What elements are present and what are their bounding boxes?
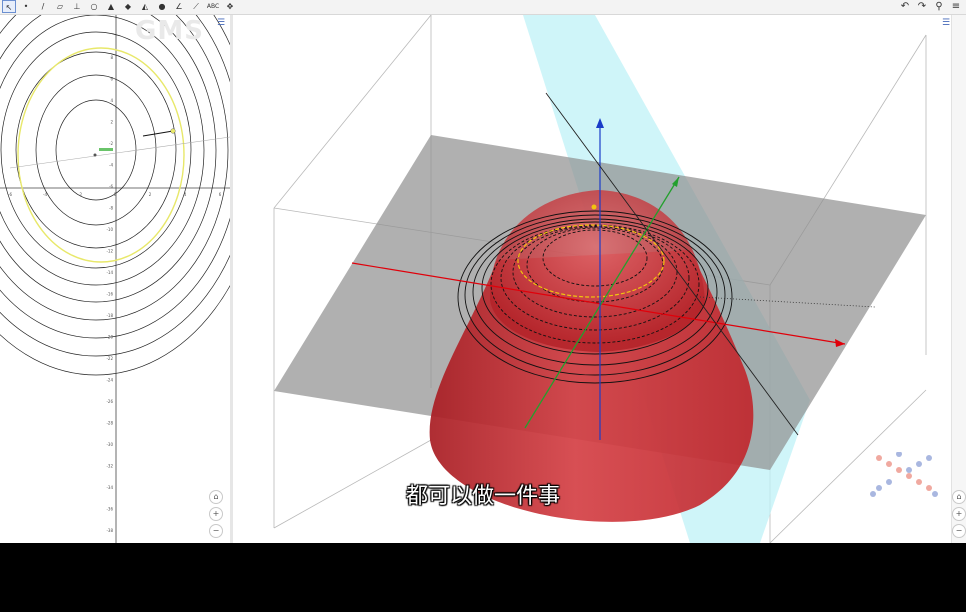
- move-view-tool-icon[interactable]: ✥: [223, 0, 237, 13]
- y-tick-label: -22: [106, 356, 113, 361]
- line-tool-icon[interactable]: /: [36, 0, 50, 13]
- y-tick-label: -4: [109, 163, 113, 168]
- right-sidebar: ⌂ + −: [951, 15, 966, 543]
- y-tick-label: -12: [106, 249, 113, 254]
- y-tick-label: -14: [106, 270, 113, 275]
- y-tick-label: -16: [106, 292, 113, 297]
- y-tick-label: 2: [110, 120, 113, 125]
- x-tick-label: -2: [78, 192, 82, 197]
- y-tick-label: -8: [109, 206, 113, 211]
- contour-curve-2d: [0, 15, 230, 339]
- plane-tool-icon[interactable]: ▱: [53, 0, 67, 13]
- y-tick-label: -24: [106, 378, 113, 383]
- menu-icon[interactable]: ≡: [949, 0, 963, 13]
- text-tool-icon[interactable]: ABC: [206, 0, 220, 13]
- angle-tool-icon[interactable]: ∠: [172, 0, 186, 13]
- x-tick-label: -4: [43, 192, 47, 197]
- y-tick-label: -38: [106, 528, 113, 533]
- graphics-2d-view[interactable]: -6 -4 -2 0 2 4 6 8 6 4 2 -2 -4 -6 -8 -10 -12 -14 -16 -18 -20…: [0, 15, 230, 543]
- y-tick-label: 4: [110, 98, 113, 103]
- contour-curve-2d: [55, 99, 137, 201]
- point-tool-icon[interactable]: •: [19, 0, 33, 13]
- search-icon[interactable]: ⚲: [932, 0, 946, 13]
- cone-tool-icon[interactable]: ◭: [138, 0, 152, 13]
- point-on-surface[interactable]: [591, 204, 597, 210]
- zoom-out-icon[interactable]: −: [209, 524, 223, 538]
- guide-line-2d: [9, 136, 230, 169]
- center-point-2d: [93, 153, 97, 157]
- y-tick-label: -30: [106, 442, 113, 447]
- y-tick-label: 8: [110, 55, 113, 60]
- x-tick-label: -6: [8, 192, 12, 197]
- y-tick-label: 6: [110, 77, 113, 82]
- y-tick-label: -18: [106, 313, 113, 318]
- y-tick-label: -26: [106, 399, 113, 404]
- sphere-tool-icon[interactable]: ●: [155, 0, 169, 13]
- style-bar-toggle-icon[interactable]: ☰: [939, 18, 951, 28]
- contour-curve-2d: [0, 15, 230, 357]
- y-tick-label: -10: [106, 227, 113, 232]
- y-tick-label: -28: [106, 421, 113, 426]
- x-tick-label: 0: [114, 192, 117, 197]
- vector-2d: [142, 130, 174, 137]
- undo-icon[interactable]: ↶: [898, 0, 912, 13]
- contour-curve-2d: [0, 31, 192, 269]
- circle-tool-icon[interactable]: ○: [87, 0, 101, 13]
- x-tick-label: 6: [219, 192, 222, 197]
- graphics-2d-canvas[interactable]: -6 -4 -2 0 2 4 68642-2-4-6-8-10-12-14-16-18-20…: [0, 15, 230, 543]
- graphics-3d-canvas[interactable]: [233, 15, 951, 543]
- label-tag-2d: [99, 148, 113, 151]
- perpendicular-tool-icon[interactable]: ⊥: [70, 0, 84, 13]
- y-tick-label: -20: [106, 335, 113, 340]
- toolbar: ↖ • / ▱ ⊥ ○ ▲ ◆ ◭ ● ∠ ⟋ ABC ✥ ↶ ↷ ⚲ ≡: [0, 0, 966, 15]
- style-bar-toggle-icon[interactable]: ☰: [214, 18, 228, 28]
- geogebra-app: ↖ • / ▱ ⊥ ○ ▲ ◆ ◭ ● ∠ ⟋ ABC ✥ ↶ ↷ ⚲ ≡ -6 -4 -2 0 2 4 6 8 6 4 2 -2 -4…: [0, 0, 966, 543]
- move-tool-icon[interactable]: ↖: [2, 0, 16, 13]
- x-tick-label: 2: [149, 192, 152, 197]
- y-tick-label: -6: [109, 184, 113, 189]
- y-tick-label: -32: [106, 464, 113, 469]
- x-tick-label: 4: [184, 192, 187, 197]
- y-tick-label: -2: [109, 141, 113, 146]
- net-tool-icon[interactable]: ◆: [121, 0, 135, 13]
- zoom-out-3d-icon[interactable]: −: [952, 524, 966, 538]
- pyramid-tool-icon[interactable]: ▲: [104, 0, 118, 13]
- watermark-logo: GMS: [135, 16, 204, 46]
- reflect-tool-icon[interactable]: ⟋: [189, 0, 203, 13]
- redo-icon[interactable]: ↷: [915, 0, 929, 13]
- video-subtitle: 都可以做一件事: [405, 484, 560, 509]
- graphics-3d-view[interactable]: ☰: [233, 15, 951, 543]
- point-2d: [170, 128, 176, 134]
